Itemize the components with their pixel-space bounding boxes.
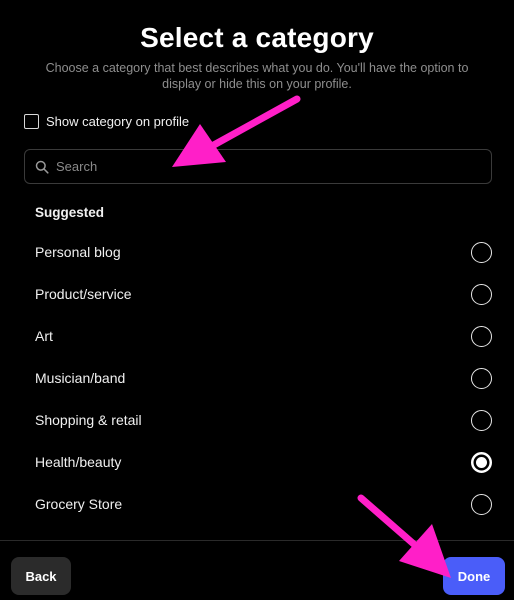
radio-unselected[interactable] bbox=[471, 493, 492, 515]
search-icon bbox=[35, 160, 49, 174]
radio-selected[interactable] bbox=[471, 451, 492, 473]
page-title: Select a category bbox=[140, 22, 374, 53]
radio-dot bbox=[476, 456, 487, 468]
category-option-label: Art bbox=[35, 328, 53, 344]
category-option[interactable]: Health/beauty bbox=[0, 441, 514, 483]
radio-unselected[interactable] bbox=[471, 367, 492, 389]
done-button[interactable]: Done bbox=[443, 557, 505, 595]
category-option[interactable]: Art bbox=[0, 315, 514, 357]
category-option-label: Grocery Store bbox=[35, 496, 123, 512]
back-button[interactable]: Back bbox=[11, 557, 71, 595]
footer-bar bbox=[0, 540, 514, 600]
category-option[interactable]: Shopping & retail bbox=[0, 399, 514, 441]
category-option[interactable]: Product/service bbox=[0, 273, 514, 315]
category-option[interactable]: Musician/band bbox=[0, 357, 514, 399]
page-subtitle: Choose a category that best describes wh… bbox=[45, 61, 469, 91]
radio-unselected[interactable] bbox=[471, 325, 492, 347]
search-box[interactable] bbox=[24, 149, 492, 184]
category-option[interactable]: Personal blog bbox=[0, 231, 514, 273]
show-category-checkbox[interactable] bbox=[24, 114, 39, 129]
show-category-toggle[interactable]: Show category on profile bbox=[24, 114, 189, 129]
radio-unselected[interactable] bbox=[471, 241, 492, 263]
category-option[interactable]: Grocery Store bbox=[0, 483, 514, 525]
category-option-label: Product/service bbox=[35, 286, 132, 302]
suggested-heading: Suggested bbox=[35, 205, 105, 220]
category-option-label: Personal blog bbox=[35, 244, 121, 260]
category-option-label: Shopping & retail bbox=[35, 412, 142, 428]
search-input[interactable] bbox=[56, 150, 491, 183]
category-option-label: Health/beauty bbox=[35, 454, 122, 470]
radio-unselected[interactable] bbox=[471, 409, 492, 431]
show-category-label: Show category on profile bbox=[46, 114, 190, 129]
radio-unselected[interactable] bbox=[471, 283, 492, 305]
category-option-label: Musician/band bbox=[35, 370, 126, 386]
